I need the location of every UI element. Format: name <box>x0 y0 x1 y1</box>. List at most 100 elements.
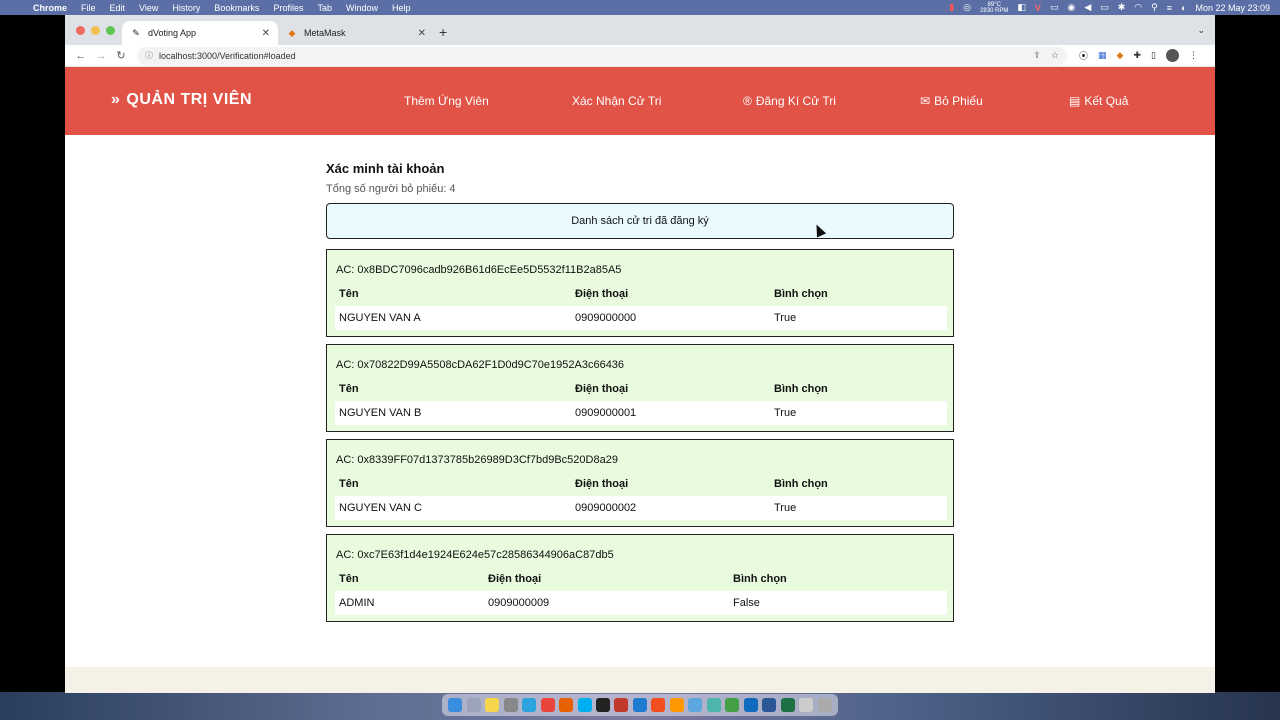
menu-profiles[interactable]: Profiles <box>266 3 310 13</box>
menu-file[interactable]: File <box>74 3 103 13</box>
desktop-right-edge <box>1215 15 1280 695</box>
new-tab-button[interactable]: + <box>439 24 447 40</box>
finder-icon[interactable]: ◧ <box>1017 2 1026 13</box>
volume-icon[interactable]: ◀ <box>1084 2 1091 13</box>
nav-vote[interactable]: ✉ Bỏ Phiếu <box>920 94 983 108</box>
page-footer <box>65 667 1215 693</box>
outlook-dock-icon[interactable] <box>743 698 758 712</box>
close-window-button[interactable] <box>76 26 85 35</box>
search-icon[interactable]: ⚲ <box>1151 2 1158 13</box>
menu-window[interactable]: Window <box>339 3 385 13</box>
finder-dock-icon[interactable] <box>448 698 463 712</box>
menu-help[interactable]: Help <box>385 3 418 13</box>
col-header-phone: Điện thoại <box>488 573 542 585</box>
col-header-voted: Bình chọn <box>774 383 828 395</box>
clock-datetime[interactable]: Mon 22 May 23:09 <box>1195 3 1270 13</box>
voter-phone: 0909000001 <box>575 407 637 419</box>
brand-logo[interactable]: » QUẢN TRỊ VIÊN <box>111 91 252 109</box>
firefox-dock-icon[interactable] <box>559 698 574 712</box>
voter-card: AC: 0x70822D99A5508cDA62F1D0d9C70e1952A3… <box>326 344 954 432</box>
close-tab-icon[interactable]: ✕ <box>418 28 426 39</box>
chrome-menu-icon[interactable]: ⋮ <box>1189 50 1198 61</box>
siri-icon[interactable]: ◐ <box>1181 3 1186 13</box>
battery-icon[interactable]: ▭ <box>1100 2 1109 13</box>
app-dock-icon[interactable] <box>706 698 721 712</box>
voter-name: ADMIN <box>339 597 375 609</box>
menu-view[interactable]: View <box>132 3 165 13</box>
col-header-voted: Bình chọn <box>774 478 828 490</box>
url-text[interactable]: localhost:3000/Verification#loaded <box>159 51 296 61</box>
vpn-icon[interactable]: V <box>1035 3 1041 13</box>
voter-account-address: AC: 0x8339FF07d1373785b26989D3Cf7bd9Bc52… <box>336 454 618 466</box>
forward-arrow-icon[interactable]: → <box>91 50 111 62</box>
voter-list-header: Danh sách cử tri đã đăng ký <box>326 203 954 239</box>
main-content: Xác minh tài khoản Tổng số người bỏ phiế… <box>65 135 1215 667</box>
voter-name: NGUYEN VAN C <box>339 502 422 514</box>
minimize-window-button[interactable] <box>91 26 100 35</box>
voter-phone: 0909000009 <box>488 597 550 609</box>
address-bar[interactable]: ⓘ localhost:3000/Verification#loaded ⇪ ☆ <box>137 46 1067 65</box>
telegram-dock-icon[interactable] <box>522 698 537 712</box>
downloads-dock-icon[interactable] <box>799 698 814 712</box>
table-row: NGUYEN VAN A 0909000000 True <box>335 306 947 330</box>
metamask-extension-icon[interactable]: ◆ <box>1117 50 1124 61</box>
trash-dock-icon[interactable] <box>817 698 832 712</box>
tab-metamask[interactable]: ◆ MetaMask ✕ <box>278 21 434 45</box>
col-header-name: Tên <box>339 288 359 300</box>
nav-register-voter[interactable]: ® Đăng Kí Cử Tri <box>743 94 836 108</box>
share-icon[interactable]: ⇪ <box>1033 50 1041 61</box>
wifi-icon[interactable]: ◠ <box>1134 2 1142 13</box>
notes-dock-icon[interactable] <box>485 698 500 712</box>
reload-icon[interactable]: ↻ <box>111 49 131 62</box>
word-dock-icon[interactable] <box>762 698 777 712</box>
tab-strip: ✎ dVoting App ✕ ◆ MetaMask ✕ + ⌄ <box>65 15 1215 45</box>
menu-tab[interactable]: Tab <box>310 3 339 13</box>
preview-dock-icon[interactable] <box>688 698 703 712</box>
site-info-icon[interactable]: ⓘ <box>145 50 153 61</box>
nav-label: Bỏ Phiếu <box>934 94 983 108</box>
voter-account-address: AC: 0x70822D99A5508cDA62F1D0d9C70e1952A3… <box>336 359 625 371</box>
figma-dock-icon[interactable] <box>651 698 666 712</box>
sublime-dock-icon[interactable] <box>669 698 684 712</box>
menu-bookmarks[interactable]: Bookmarks <box>207 3 266 13</box>
zoom-window-button[interactable] <box>106 26 115 35</box>
col-header-phone: Điện thoại <box>575 288 629 300</box>
control-center-icon[interactable]: ≡ <box>1167 3 1172 13</box>
vscode-dock-icon[interactable] <box>632 698 647 712</box>
bluetooth-icon[interactable]: ✱ <box>1118 2 1126 13</box>
menu-history[interactable]: History <box>165 3 207 13</box>
desktop-left-edge <box>0 15 65 695</box>
display-icon[interactable]: ▭ <box>1050 2 1059 13</box>
nav-label: Đăng Kí Cử Tri <box>755 94 836 108</box>
close-tab-icon[interactable]: ✕ <box>262 28 270 39</box>
airdrop-icon[interactable]: ◉ <box>1067 2 1075 13</box>
nav-results[interactable]: ▤ Kết Quả <box>1069 94 1128 108</box>
battery-indicator-icon[interactable]: ▮ <box>949 2 954 13</box>
menu-edit[interactable]: Edit <box>103 3 133 13</box>
voter-voted: True <box>774 407 797 419</box>
nav-label: Thêm Ứng Viên <box>404 94 489 108</box>
tab-search-chevron-icon[interactable]: ⌄ <box>1197 25 1205 36</box>
translate-icon[interactable]: ▦ <box>1098 50 1107 61</box>
extension-icon[interactable]: ⦿ <box>1079 49 1088 62</box>
photos-dock-icon[interactable] <box>725 698 740 712</box>
launchpad-dock-icon[interactable] <box>466 698 481 712</box>
skype-dock-icon[interactable] <box>577 698 592 712</box>
bookmark-star-icon[interactable]: ☆ <box>1051 50 1059 61</box>
sidepanel-icon[interactable]: ▯ <box>1151 50 1156 61</box>
terminal-dock-icon[interactable] <box>595 698 610 712</box>
back-arrow-icon[interactable]: ← <box>71 50 91 62</box>
puzzle-extensions-icon[interactable]: ✚ <box>1133 50 1141 61</box>
nav-verify-voters[interactable]: Xác Nhận Cử Tri <box>572 94 661 108</box>
nav-add-candidate[interactable]: Thêm Ứng Viên <box>404 94 489 108</box>
menu-app-chrome[interactable]: Chrome <box>26 3 74 13</box>
profile-avatar[interactable] <box>1165 49 1179 62</box>
unknown-app-dock-icon[interactable] <box>614 698 629 712</box>
tab-dvoting-app[interactable]: ✎ dVoting App ✕ <box>122 21 278 45</box>
tab-title: dVoting App <box>148 28 197 38</box>
excel-dock-icon[interactable] <box>780 698 795 712</box>
col-header-name: Tên <box>339 478 359 490</box>
settings-dock-icon[interactable] <box>503 698 518 712</box>
chrome-dock-icon[interactable] <box>540 698 555 712</box>
stats-icon[interactable]: ◎ <box>963 2 971 13</box>
